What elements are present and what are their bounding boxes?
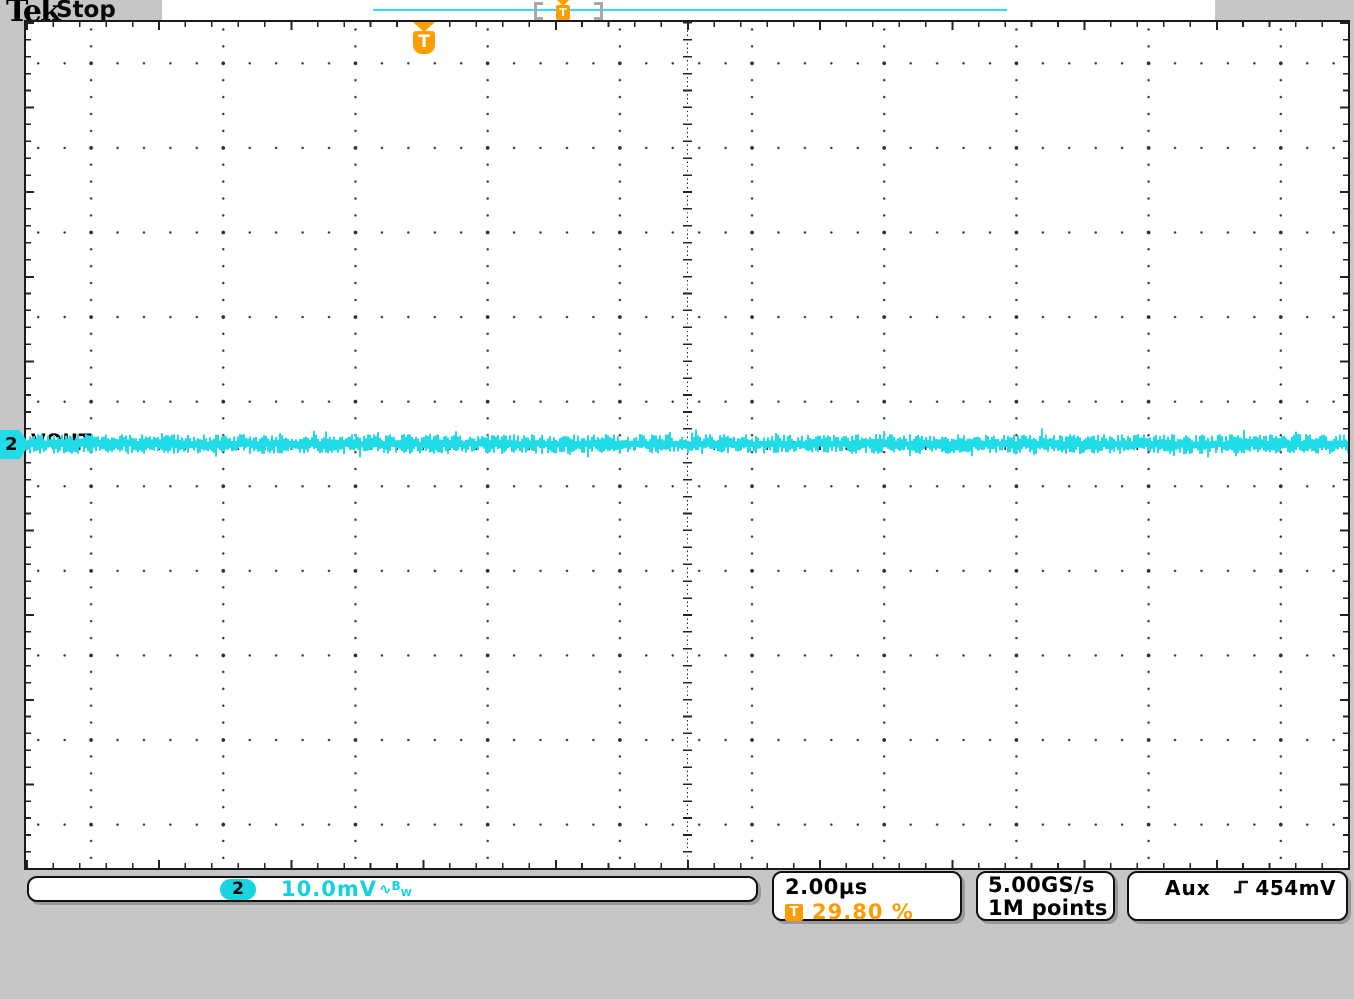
trigger-readout-box[interactable]: Aux 454mV [1127, 871, 1348, 921]
record-view-bracket-right-icon[interactable] [594, 2, 603, 20]
trigger-position-readout: 29.80 % [812, 900, 914, 924]
trigger-position-marker[interactable]: T [413, 31, 435, 54]
timebase-scale: 2.00µs [785, 875, 960, 899]
bandwidth-limit-icon-sub: W [401, 888, 412, 899]
record-length: 1M points [988, 897, 1113, 920]
channel-readout-box[interactable]: 2 10.0mV ∿BW [27, 876, 758, 902]
timebase-readout-box[interactable]: 2.00µs T 29.80 % [772, 871, 962, 921]
rising-edge-icon [1233, 879, 1250, 895]
record-view-trigger-icon[interactable]: T [556, 5, 570, 20]
acquisition-readout-box[interactable]: 5.00GS/s 1M points [976, 871, 1115, 921]
channel-2-indicator-icons: ∿BW [379, 879, 412, 900]
record-view-bracket-left-icon[interactable] [534, 2, 543, 20]
trigger-t-icon: T [785, 904, 803, 921]
sample-rate: 5.00GS/s [988, 874, 1113, 897]
channel-2-scale: 10.0mV [281, 877, 377, 901]
trigger-level: 454mV [1255, 876, 1336, 900]
waveform [26, 420, 1348, 468]
bandwidth-limit-icon: B [392, 879, 401, 893]
trigger-source: Aux [1165, 876, 1211, 900]
channel-2-badge: 2 [220, 879, 256, 900]
coupling-sine-icon: ∿ [379, 880, 392, 898]
record-view-waveform [373, 9, 1007, 11]
